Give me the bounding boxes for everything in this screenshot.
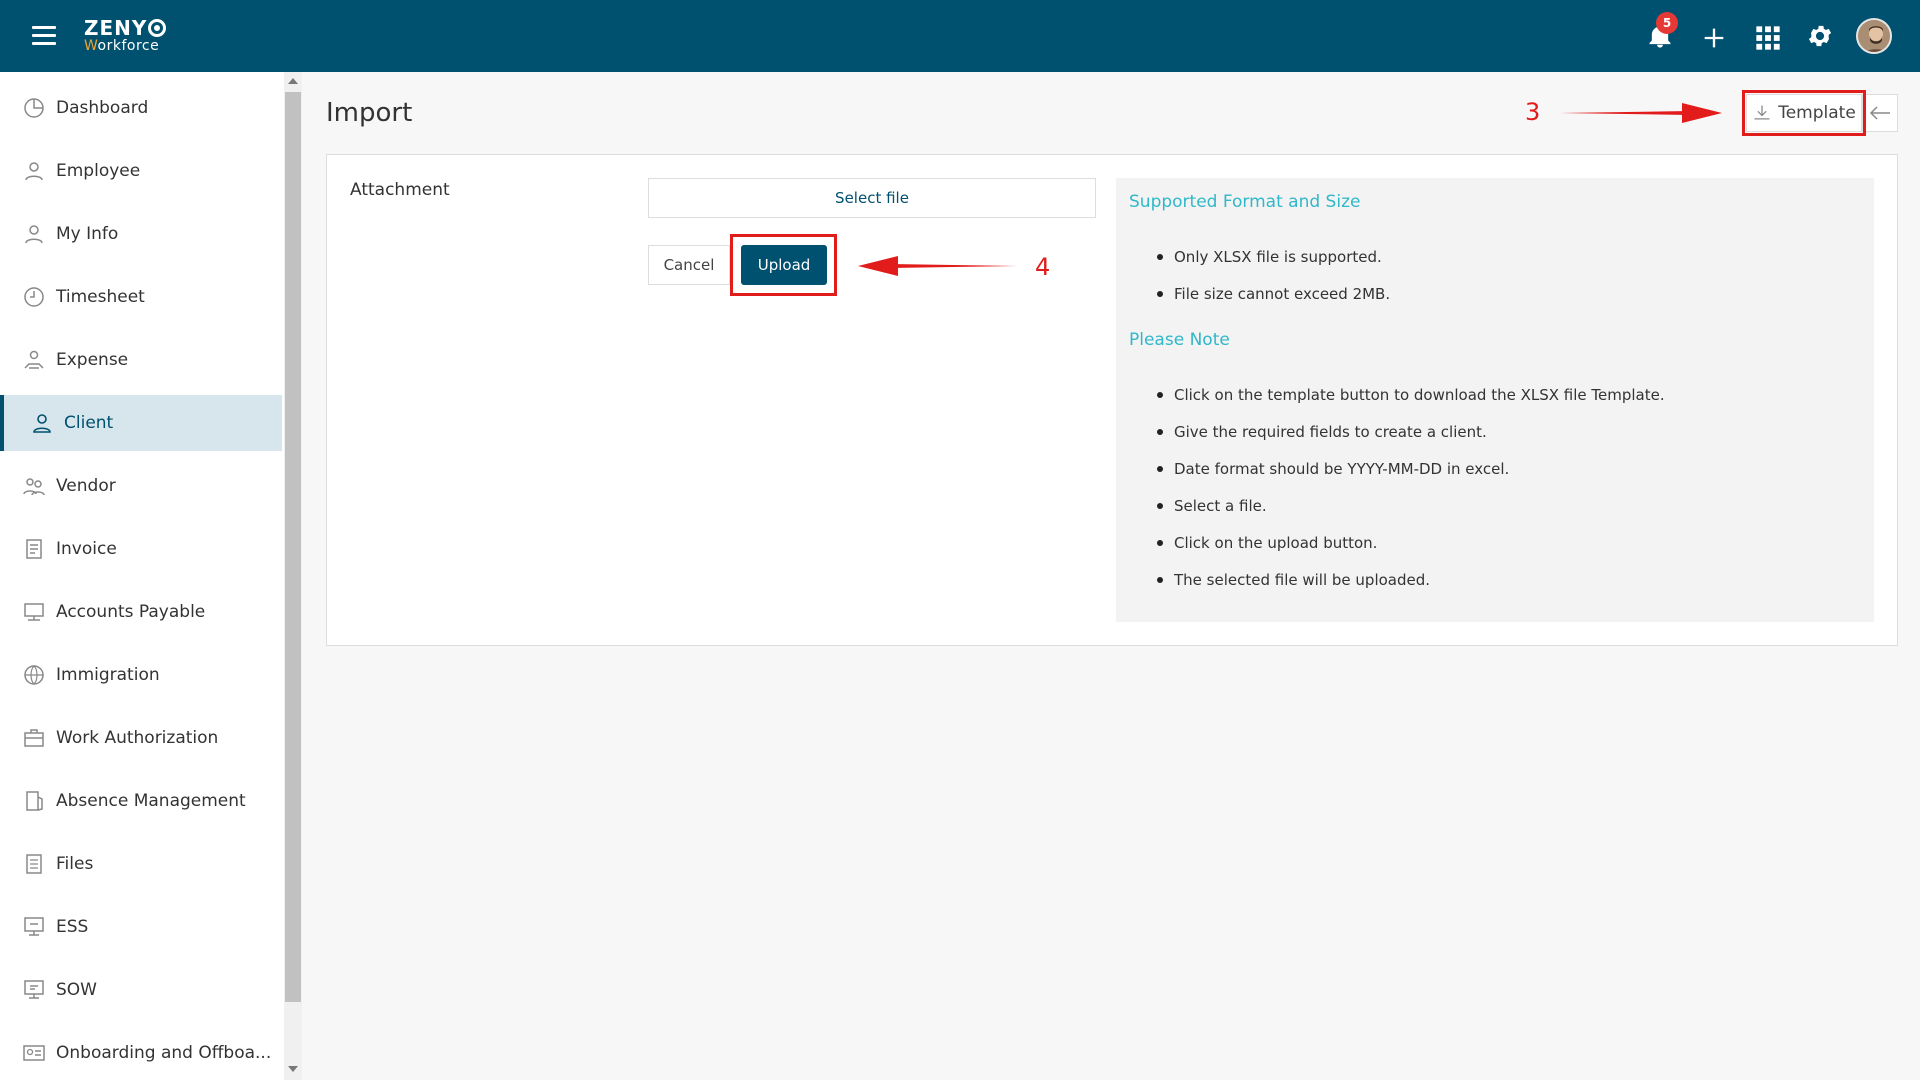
sidebar-item-vendor[interactable]: Vendor (0, 458, 282, 514)
sidebar-item-accounts-payable[interactable]: Accounts Payable (0, 584, 282, 640)
sidebar-item-my-info[interactable]: My Info (0, 206, 282, 262)
sidebar-item-onboarding[interactable]: Onboarding and Offboa... (0, 1025, 282, 1080)
employee-icon (25, 162, 43, 181)
supported-format-list: Only XLSX file is supported. File size c… (1156, 247, 1390, 321)
sidebar-item-absence-management[interactable]: Absence Management (0, 773, 282, 829)
supported-format-heading: Supported Format and Size (1129, 192, 1361, 212)
clock-icon (24, 287, 44, 307)
notification-badge: 5 (1656, 12, 1678, 34)
sidebar-item-files[interactable]: Files (0, 836, 282, 892)
upload-highlight-box (730, 234, 837, 296)
sidebar-scroll-thumb[interactable] (285, 92, 301, 1002)
back-button[interactable] (1862, 94, 1898, 132)
list-item: Click on the template button to download… (1157, 385, 1665, 422)
sidebar-item-label: Client (64, 413, 114, 433)
avatar[interactable] (1856, 18, 1892, 54)
logo[interactable]: ZENY Workforce (84, 16, 167, 54)
ess-icon (24, 917, 44, 936)
sidebar-item-label: Dashboard (56, 98, 149, 118)
gear-icon[interactable] (1806, 22, 1834, 50)
list-item: Date format should be YYYY-MM-DD in exce… (1157, 459, 1665, 496)
user-icon (33, 414, 51, 433)
sidebar-item-ess[interactable]: ESS (0, 899, 282, 955)
logo-text: ZENY (84, 16, 148, 40)
accounts-payable-icon (24, 603, 44, 621)
page-title: Import (326, 98, 413, 128)
sidebar-item-expense[interactable]: Expense (0, 332, 282, 388)
list-item: The selected file will be uploaded. (1157, 570, 1665, 607)
logo-subtitle: orkforce (97, 38, 160, 54)
sidebar-item-sow[interactable]: SOW (0, 962, 282, 1018)
sidebar-item-label: Expense (56, 350, 129, 370)
sidebar-item-label: Files (56, 854, 94, 874)
template-highlight-box (1742, 90, 1866, 136)
list-item: File size cannot exceed 2MB. (1156, 284, 1390, 321)
globe-icon (24, 665, 44, 685)
sidebar-item-label: Timesheet (56, 287, 145, 307)
arrow-left-icon (1869, 106, 1890, 120)
please-note-heading: Please Note (1129, 330, 1230, 350)
sidebar-item-label: Vendor (56, 476, 116, 496)
list-item: Click on the upload button. (1157, 533, 1665, 570)
scroll-up-icon[interactable] (288, 78, 298, 84)
sidebar-item-label: Work Authorization (56, 728, 219, 748)
cancel-button[interactable]: Cancel (648, 245, 730, 285)
logo-w: W (84, 38, 98, 54)
please-note-list: Click on the template button to download… (1157, 385, 1665, 607)
sidebar-item-label: Immigration (56, 665, 160, 685)
vendor-icon (23, 478, 45, 496)
sidebar-item-label: SOW (56, 980, 97, 1000)
sidebar-item-label: My Info (56, 224, 119, 244)
sidebar-item-employee[interactable]: Employee (0, 143, 282, 199)
select-file-button[interactable]: Select file (648, 178, 1096, 218)
top-bar: ZENY Workforce (0, 0, 1920, 72)
sidebar-item-timesheet[interactable]: Timesheet (0, 269, 282, 325)
sidebar-item-label: Accounts Payable (56, 602, 206, 622)
list-item: Only XLSX file is supported. (1156, 247, 1390, 284)
plus-icon[interactable] (1700, 24, 1728, 52)
briefcase-icon (24, 729, 44, 747)
sidebar-item-label: Absence Management (56, 791, 246, 811)
sow-icon (24, 980, 44, 999)
step-number-template: 3 (1525, 98, 1541, 126)
step-number-upload: 4 (1035, 253, 1051, 281)
door-icon (26, 791, 43, 811)
arrow-right-icon (1560, 103, 1722, 123)
dashboard-icon (24, 98, 44, 118)
sidebar-item-label: Employee (56, 161, 141, 181)
sidebar-item-immigration[interactable]: Immigration (0, 647, 282, 703)
menu-icon[interactable] (32, 26, 56, 46)
list-item: Select a file. (1157, 496, 1665, 533)
arrow-left-annotation-icon (858, 256, 1020, 276)
id-card-icon (23, 1045, 45, 1061)
sidebar-item-label: ESS (56, 917, 89, 937)
sidebar-item-work-authorization[interactable]: Work Authorization (0, 710, 282, 766)
scroll-down-icon[interactable] (288, 1066, 298, 1072)
sidebar-item-invoice[interactable]: Invoice (0, 521, 282, 577)
attachment-label: Attachment (350, 180, 450, 200)
sidebar-item-label: Invoice (56, 539, 117, 559)
list-item: Give the required fields to create a cli… (1157, 422, 1665, 459)
my-info-icon (25, 225, 43, 244)
file-icon (26, 854, 42, 874)
expense-icon (24, 350, 44, 369)
apps-grid-icon[interactable] (1754, 24, 1782, 52)
sidebar-item-dashboard[interactable]: Dashboard (0, 80, 282, 136)
sidebar: Dashboard Employee My Info Timesheet Exp… (0, 72, 284, 1080)
sidebar-item-label: Onboarding and Offboa... (56, 1043, 272, 1063)
invoice-icon (26, 539, 42, 559)
sidebar-item-client[interactable]: Client (0, 395, 282, 451)
